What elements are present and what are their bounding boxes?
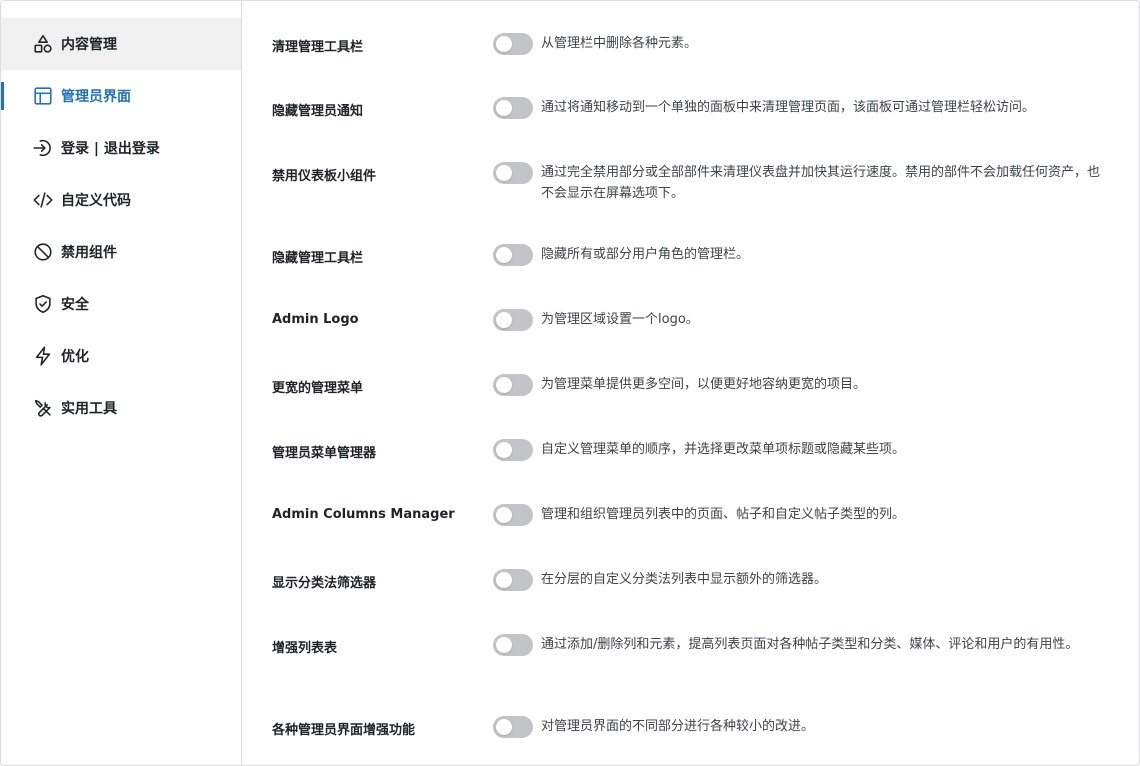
sidebar-item-login-logout[interactable]: 登录 | 退出登录 xyxy=(1,122,241,174)
sidebar-item-label: 安全 xyxy=(61,297,89,313)
lightning-icon xyxy=(32,345,54,367)
settings-window: 内容管理 管理员界面 登录 | 退出登录 自定义代码 禁用组件 安全 优化 实用… xyxy=(0,0,1140,766)
setting-toggle[interactable] xyxy=(493,162,533,184)
toggle-knob xyxy=(496,36,512,52)
shapes-icon xyxy=(32,33,54,55)
setting-description: 自定义管理菜单的顺序，并选择更改菜单项标题或隐藏某些项。 xyxy=(541,442,906,457)
setting-label: 增强列表表 xyxy=(272,641,338,656)
setting-toggle[interactable] xyxy=(493,504,533,526)
toggle-knob xyxy=(496,572,512,588)
setting-toggle[interactable] xyxy=(493,244,533,266)
toggle-knob xyxy=(496,377,512,393)
setting-description: 通过将通知移动到一个单独的面板中来清理管理页面，该面板可通过管理栏轻松访问。 xyxy=(541,100,1036,115)
setting-toggle[interactable] xyxy=(493,374,533,396)
sidebar-item-disable-components[interactable]: 禁用组件 xyxy=(1,226,241,278)
sidebar-item-label: 优化 xyxy=(61,349,89,365)
settings-panel: 清理管理工具栏 从管理栏中删除各种元素。 隐藏管理员通知 通过将通知移动到一个单… xyxy=(243,1,1139,765)
sidebar-item-label: 自定义代码 xyxy=(61,193,131,209)
setting-description: 通过添加/删除列和元素，提高列表页面对各种帖子类型和分类、媒体、评论和用户的有用… xyxy=(541,637,1079,652)
setting-description: 管理和组织管理员列表中的页面、帖子和自定义帖子类型的列。 xyxy=(541,507,906,522)
setting-description: 对管理员界面的不同部分进行各种较小的改进。 xyxy=(541,719,815,734)
setting-description: 为管理菜单提供更多空间，以便更好地容纳更宽的项目。 xyxy=(541,377,867,392)
tools-icon xyxy=(32,397,54,419)
setting-description: 通过完全禁用部分或全部部件来清理仪表盘并加快其运行速度。禁用的部件不会加载任何资… xyxy=(541,165,1101,201)
setting-toggle[interactable] xyxy=(493,309,533,331)
sidebar-item-content-management[interactable]: 内容管理 xyxy=(1,18,241,70)
login-icon xyxy=(32,137,54,159)
setting-label: 清理管理工具栏 xyxy=(272,40,364,55)
sidebar-item-admin-interface[interactable]: 管理员界面 xyxy=(1,70,241,122)
code-icon xyxy=(32,189,54,211)
sidebar-item-label: 内容管理 xyxy=(61,37,117,53)
setting-label: 显示分类法筛选器 xyxy=(272,576,377,591)
setting-label: 各种管理员界面增强功能 xyxy=(272,723,416,738)
sidebar-item-security[interactable]: 安全 xyxy=(1,278,241,330)
setting-toggle[interactable] xyxy=(493,33,533,55)
setting-toggle[interactable] xyxy=(493,569,533,591)
sidebar-item-custom-code[interactable]: 自定义代码 xyxy=(1,174,241,226)
setting-label: 更宽的管理菜单 xyxy=(272,381,364,396)
setting-toggle[interactable] xyxy=(493,634,533,656)
setting-description: 为管理区域设置一个logo。 xyxy=(541,312,699,327)
sidebar-item-label: 禁用组件 xyxy=(61,245,117,261)
sidebar-item-label: 登录 | 退出登录 xyxy=(61,141,160,157)
sidebar-item-label: 管理员界面 xyxy=(61,89,131,105)
toggle-knob xyxy=(496,312,512,328)
sidebar-item-utilities[interactable]: 实用工具 xyxy=(1,382,241,434)
setting-label: 禁用仪表板小组件 xyxy=(272,169,377,184)
toggle-knob xyxy=(496,719,512,735)
setting-toggle[interactable] xyxy=(493,439,533,461)
setting-label: 隐藏管理员通知 xyxy=(272,104,364,119)
setting-description: 在分层的自定义分类法列表中显示额外的筛选器。 xyxy=(541,572,828,587)
toggle-knob xyxy=(496,507,512,523)
shield-icon xyxy=(32,293,54,315)
setting-toggle[interactable] xyxy=(493,97,533,119)
toggle-knob xyxy=(496,637,512,653)
sidebar-item-label: 实用工具 xyxy=(61,401,117,417)
sidebar-item-optimization[interactable]: 优化 xyxy=(1,330,241,382)
setting-toggle[interactable] xyxy=(493,716,533,738)
setting-label: 隐藏管理工具栏 xyxy=(272,251,364,266)
toggle-knob xyxy=(496,165,512,181)
toggle-knob xyxy=(496,100,512,116)
toggle-knob xyxy=(496,442,512,458)
setting-description: 从管理栏中删除各种元素。 xyxy=(541,36,698,51)
setting-label: 管理员菜单管理器 xyxy=(272,446,377,461)
setting-label: Admin Columns Manager xyxy=(272,507,455,522)
setting-description: 隐藏所有或部分用户角色的管理栏。 xyxy=(541,247,750,262)
setting-label: Admin Logo xyxy=(272,312,359,327)
ban-icon xyxy=(32,241,54,263)
toggle-knob xyxy=(496,247,512,263)
layout-icon xyxy=(32,85,54,107)
sidebar: 内容管理 管理员界面 登录 | 退出登录 自定义代码 禁用组件 安全 优化 实用… xyxy=(1,1,242,765)
